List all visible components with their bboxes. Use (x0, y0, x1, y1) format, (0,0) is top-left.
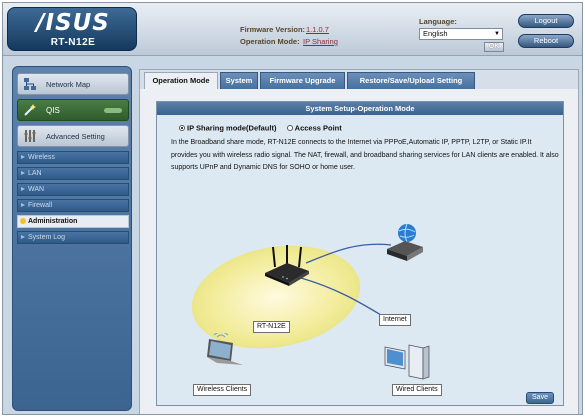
sidebar-item-qis[interactable]: QIS (17, 99, 129, 121)
operation-mode-link[interactable]: IP Sharing (303, 37, 338, 46)
language-label: Language: (419, 17, 457, 26)
arrow-bullet-icon (21, 203, 25, 207)
panel-body: IP Sharing mode(Default) Access Point In… (157, 115, 563, 405)
sidebar: Network Map QIS Advanced Setting Wireles… (12, 66, 132, 411)
model-name: RT-N12E (50, 37, 96, 48)
logo-text: /ISUS (36, 10, 110, 36)
internet-label: Internet (379, 314, 411, 326)
mode-radio-group: IP Sharing mode(Default) Access Point (179, 123, 342, 133)
desktop-pc-icon (384, 344, 430, 380)
sidebar-item-network-map[interactable]: Network Map (17, 73, 129, 95)
operation-mode-label: Operation Mode: (240, 37, 300, 46)
access-point-radio[interactable] (286, 125, 293, 132)
main-content: Operation Mode System Firmware Upgrade R… (139, 69, 579, 414)
access-point-label: Access Point (294, 123, 342, 133)
active-bullet-icon (20, 218, 26, 224)
wireless-clients-label: Wireless Clients (193, 384, 252, 396)
arrow-bullet-icon (21, 187, 25, 191)
router-icon (265, 245, 309, 286)
router-admin-window: /ISUS RT-N12E Firmware Version: 1.1.0.7 … (2, 2, 583, 415)
ip-sharing-radio[interactable] (179, 125, 185, 132)
qis-glow (104, 108, 122, 113)
advanced-submenu: Wireless LAN WAN Firewall Administration… (17, 151, 129, 247)
wired-clients-label: Wired Clients (392, 384, 442, 396)
sidebar-item-administration[interactable]: Administration (17, 215, 129, 228)
tab-restore-save-upload[interactable]: Restore/Save/Upload Setting (347, 72, 475, 89)
dropdown-arrow-icon: ▼ (494, 31, 500, 37)
operation-mode-panel: System Setup-Operation Mode IP Sharing m… (156, 101, 564, 406)
logout-button[interactable]: Logout (518, 14, 574, 28)
firmware-version-link[interactable]: 1.1.0.7 (306, 25, 329, 34)
tab-operation-mode[interactable]: Operation Mode (144, 72, 218, 89)
sidebar-item-lan[interactable]: LAN (17, 167, 129, 180)
sidebar-item-advanced-setting[interactable]: Advanced Setting (17, 125, 129, 147)
arrow-bullet-icon (21, 155, 25, 159)
sidebar-item-label: WAN (28, 186, 45, 193)
panel-title: System Setup-Operation Mode (157, 102, 563, 115)
tools-icon (24, 130, 36, 142)
brand-logo: /ISUS RT-N12E (7, 7, 137, 51)
language-select[interactable]: English ▼ (419, 28, 503, 40)
router-label: RT-N12E (253, 321, 290, 333)
sidebar-item-label: Administration (28, 218, 78, 225)
arrow-bullet-icon (21, 235, 25, 239)
sidebar-item-label: QIS (46, 106, 60, 115)
arrow-bullet-icon (21, 171, 25, 175)
sidebar-item-label: System Log (28, 234, 65, 241)
internet-modem-icon (387, 223, 423, 261)
reboot-button[interactable]: Reboot (518, 34, 574, 48)
sidebar-item-firewall[interactable]: Firewall (17, 199, 129, 212)
sidebar-item-label: Network Map (46, 80, 91, 89)
mode-description: In the Broadband share mode, RT-N12E con… (171, 139, 559, 171)
network-diagram: RT-N12E Internet Wireless Clients Wired … (171, 193, 471, 396)
laptop-icon (207, 333, 243, 365)
sidebar-item-label: LAN (28, 170, 42, 177)
tab-system[interactable]: System (220, 72, 258, 89)
sidebar-item-label: Advanced Setting (46, 132, 105, 141)
sidebar-item-wan[interactable]: WAN (17, 183, 129, 196)
tab-bar: Operation Mode System Firmware Upgrade R… (140, 70, 578, 89)
sidebar-item-label: Firewall (28, 202, 53, 209)
save-button[interactable]: Save (526, 392, 554, 404)
header: /ISUS RT-N12E Firmware Version: 1.1.0.7 … (3, 3, 582, 56)
firmware-label: Firmware Version: (240, 25, 306, 34)
sidebar-item-label: Wireless (28, 154, 55, 161)
ip-sharing-label: IP Sharing mode(Default) (187, 123, 277, 133)
network-map-icon (24, 78, 36, 90)
language-ok-button[interactable]: OK (484, 42, 504, 52)
sidebar-item-system-log[interactable]: System Log (17, 231, 129, 244)
tab-firmware-upgrade[interactable]: Firmware Upgrade (260, 72, 345, 89)
sidebar-item-wireless[interactable]: Wireless (17, 151, 129, 164)
language-value: English (423, 29, 448, 38)
wand-icon (24, 104, 36, 116)
